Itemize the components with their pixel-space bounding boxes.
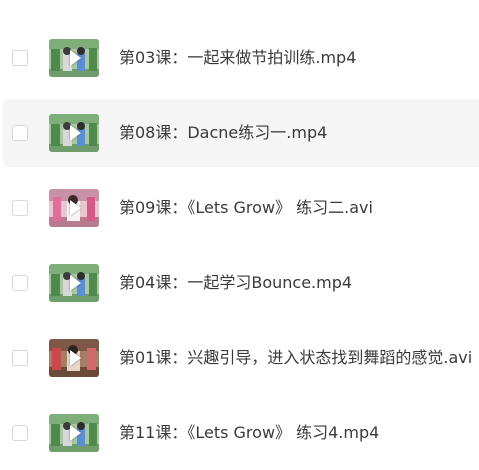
file-name[interactable]: 第09课：《Lets Grow》 练习二.avi <box>119 198 373 218</box>
row-checkbox[interactable] <box>12 275 28 291</box>
play-icon <box>70 200 81 216</box>
file-name[interactable]: 第04课：一起学习Bounce.mp4 <box>119 273 352 293</box>
file-row[interactable]: 第11课：《Lets Grow》 练习4.mp4 <box>3 399 479 467</box>
file-row[interactable]: 第01课：兴趣引导，进入状态找到舞蹈的感觉.avi <box>3 324 479 392</box>
video-thumbnail[interactable] <box>49 339 99 377</box>
row-checkbox[interactable] <box>12 350 28 366</box>
file-name[interactable]: 第03课：一起来做节拍训练.mp4 <box>119 48 356 68</box>
play-icon <box>70 425 81 441</box>
row-checkbox[interactable] <box>12 50 28 66</box>
play-icon <box>70 50 81 66</box>
play-icon <box>70 125 81 141</box>
video-thumbnail[interactable] <box>49 264 99 302</box>
play-icon <box>70 275 81 291</box>
row-checkbox[interactable] <box>12 425 28 441</box>
play-icon <box>70 350 81 366</box>
video-thumbnail[interactable] <box>49 114 99 152</box>
file-list: 第03课：一起来做节拍训练.mp4 第08课：Dacne练习一.mp4 第09课… <box>0 0 479 470</box>
file-name[interactable]: 第08课：Dacne练习一.mp4 <box>119 123 327 143</box>
video-thumbnail[interactable] <box>49 414 99 452</box>
file-row[interactable]: 第09课：《Lets Grow》 练习二.avi <box>3 174 479 242</box>
file-row[interactable]: 第04课：一起学习Bounce.mp4 <box>3 249 479 317</box>
file-row[interactable]: 第03课：一起来做节拍训练.mp4 <box>3 24 479 92</box>
file-row[interactable]: 第08课：Dacne练习一.mp4 <box>3 99 479 167</box>
file-name[interactable]: 第01课：兴趣引导，进入状态找到舞蹈的感觉.avi <box>119 348 472 368</box>
file-name[interactable]: 第11课：《Lets Grow》 练习4.mp4 <box>119 423 379 443</box>
video-thumbnail[interactable] <box>49 39 99 77</box>
row-checkbox[interactable] <box>12 200 28 216</box>
video-thumbnail[interactable] <box>49 189 99 227</box>
row-checkbox[interactable] <box>12 125 28 141</box>
